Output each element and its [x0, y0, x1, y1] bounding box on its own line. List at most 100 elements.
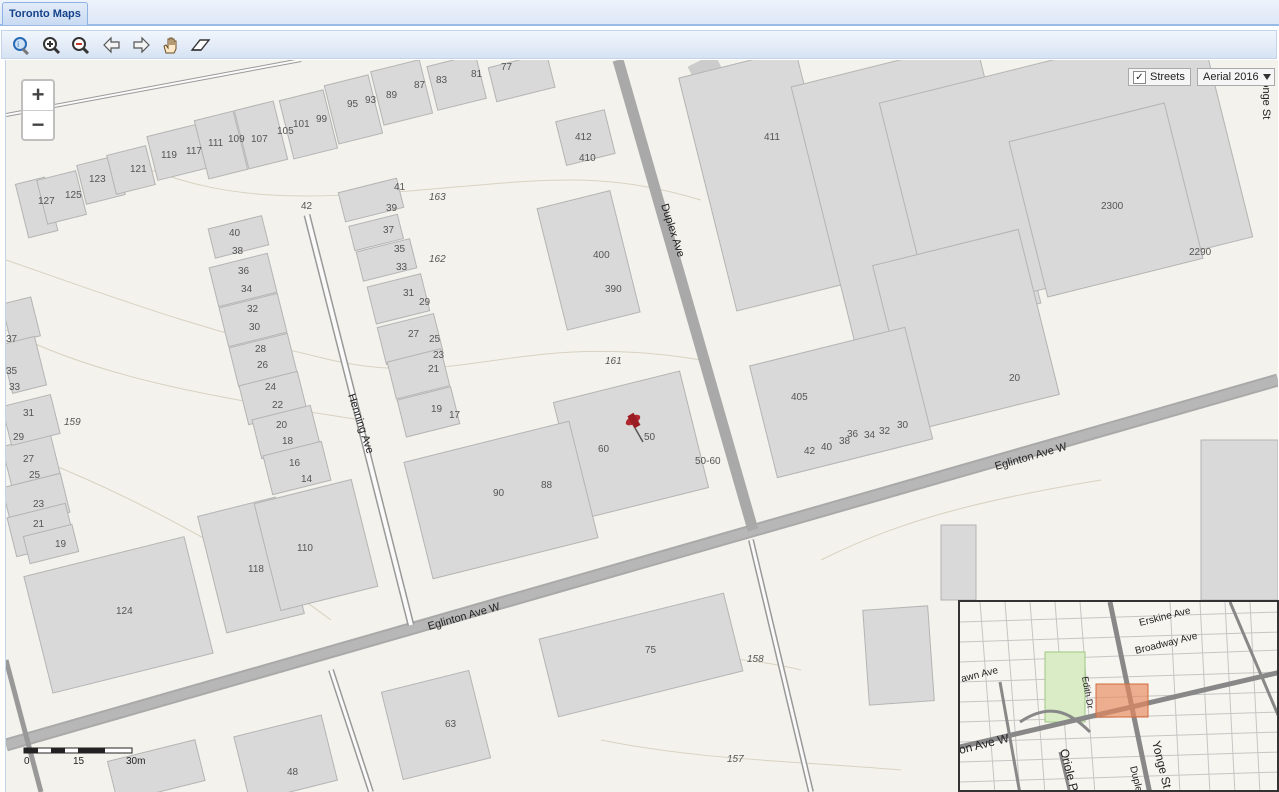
address-label: 109 [228, 134, 245, 145]
basemap-value: Aerial 2016 [1203, 71, 1259, 83]
address-label: 20 [276, 420, 288, 431]
address-label: 124 [116, 606, 133, 617]
address-label: 99 [316, 114, 328, 125]
address-label: 81 [471, 69, 483, 80]
overview-label: on Ave W [960, 731, 1011, 757]
address-label: 17 [449, 410, 461, 421]
zoom-out-icon[interactable] [70, 35, 92, 55]
address-label: 412 [575, 132, 592, 143]
address-label: 390 [605, 284, 622, 295]
overview-label: Erskine Ave [1138, 605, 1192, 629]
address-label: 33 [396, 262, 408, 273]
basemap-select[interactable]: Aerial 2016 [1197, 68, 1275, 86]
address-label: 25 [429, 334, 441, 345]
chevron-down-icon [1263, 74, 1271, 80]
address-label: 117 [186, 146, 202, 157]
zoom-in-icon[interactable] [41, 35, 63, 55]
address-label: 21 [33, 519, 45, 530]
address-label: 23 [33, 499, 45, 510]
address-label: 32 [879, 426, 891, 437]
address-label: 24 [265, 382, 277, 393]
address-label: 33 [9, 382, 21, 393]
address-label: 31 [23, 408, 35, 419]
overview-label: Oriole Pk [1057, 747, 1083, 792]
address-label: 29 [419, 297, 431, 308]
scale-label-30m: 30m [126, 756, 145, 767]
address-label: 77 [501, 62, 513, 73]
address-label: 23 [433, 350, 445, 361]
address-label: 29 [13, 432, 25, 443]
address-label: 50-60 [695, 456, 721, 467]
address-label: 2290 [1189, 247, 1212, 258]
address-label: 28 [255, 344, 267, 355]
address-label: 36 [238, 266, 250, 277]
address-label: 14 [301, 474, 313, 485]
address-label: 30 [897, 420, 909, 431]
pan-hand-icon[interactable] [160, 35, 182, 55]
address-label: 27 [23, 454, 35, 465]
eraser-icon[interactable] [189, 35, 211, 55]
address-label: 111 [208, 138, 224, 149]
address-label: 127 [38, 196, 55, 207]
address-label: 31 [403, 288, 415, 299]
address-label: 37 [6, 334, 18, 345]
address-label: 90 [493, 488, 505, 499]
overview-label: awn Ave [960, 665, 1000, 685]
address-label: 121 [130, 164, 147, 175]
tab-toronto-maps[interactable]: Toronto Maps [2, 2, 88, 25]
forward-arrow-icon[interactable] [130, 35, 152, 55]
overview-extent-box [1095, 683, 1149, 718]
address-label: 411 [764, 132, 780, 143]
overview-label: Yonge St [1149, 739, 1174, 790]
zoom-control: + − [21, 79, 55, 141]
address-label: 36 [847, 429, 859, 440]
address-label: 18 [282, 436, 294, 447]
address-label: 21 [428, 364, 440, 375]
identify-icon[interactable]: i [11, 35, 33, 56]
address-label: 93 [365, 95, 377, 106]
address-label: 110 [297, 543, 313, 554]
address-label: 89 [386, 90, 398, 101]
address-label: 405 [791, 392, 808, 403]
streets-toggle[interactable]: ✓ Streets [1128, 68, 1191, 86]
overview-map[interactable]: Erskine Ave Broadway Ave awn Ave Edith D… [958, 600, 1279, 792]
address-label: 410 [579, 153, 596, 164]
address-label: 19 [431, 404, 443, 415]
address-label: 101 [293, 119, 310, 130]
address-label: 16 [289, 458, 301, 469]
tab-bar: Toronto Maps [0, 0, 1279, 26]
streets-label: Streets [1150, 71, 1185, 83]
address-label: 25 [29, 470, 41, 481]
address-label: 34 [864, 430, 876, 441]
address-label: 42 [301, 201, 313, 212]
back-arrow-icon[interactable] [101, 35, 123, 55]
address-label: 60 [598, 444, 610, 455]
zoom-in-button[interactable]: + [23, 81, 53, 111]
overview-label: Duple [1127, 765, 1144, 792]
zoom-out-button[interactable]: − [23, 111, 53, 140]
address-label: 105 [277, 126, 294, 137]
scale-bar: 0 15 30m [22, 745, 152, 767]
address-label: 42 [804, 446, 816, 457]
address-label: 37 [383, 225, 395, 236]
address-label: 118 [248, 564, 264, 575]
address-label: 87 [414, 80, 426, 91]
address-label: 26 [257, 360, 269, 371]
address-label: 119 [161, 150, 177, 161]
address-label: 32 [247, 304, 259, 315]
checkbox-icon[interactable]: ✓ [1133, 71, 1146, 84]
address-label: 83 [436, 75, 448, 86]
address-label: 30 [249, 322, 261, 333]
scale-label-0: 0 [24, 756, 30, 767]
address-label: 95 [347, 99, 359, 110]
svg-text:i: i [17, 40, 19, 49]
address-label: 40 [821, 442, 833, 453]
address-label: 50 [644, 432, 656, 443]
overview-graphics: Erskine Ave Broadway Ave awn Ave Edith D… [960, 602, 1277, 792]
address-label: 34 [241, 284, 253, 295]
address-label: 35 [6, 366, 18, 377]
address-label: 125 [65, 190, 82, 201]
map-toolbar: i [1, 30, 1277, 59]
address-label: 19 [55, 539, 67, 550]
address-label: 27 [408, 329, 420, 340]
